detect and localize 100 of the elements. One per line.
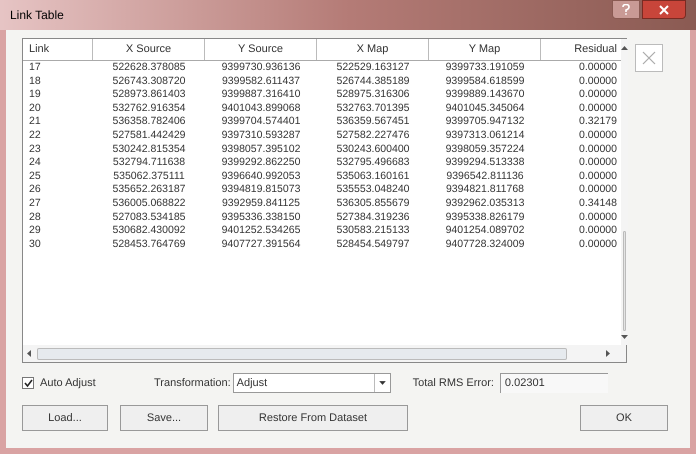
table-cell-text: 535062.375111 <box>112 170 186 184</box>
table-cell-text: 528453.764769 <box>112 238 186 252</box>
table-cell-text: 0.00000 <box>578 238 618 252</box>
table-cell-text: 0.32179 <box>578 115 618 129</box>
table-cell-text: 9397310.593287 <box>220 128 302 143</box>
table-cell-text: 9401252.534265 <box>220 224 302 238</box>
table-cell-text: 9399733.191059 <box>444 61 526 75</box>
table-cell-text: 532762.916354 <box>112 102 186 116</box>
table-cell-text: 9394821.811768 <box>444 183 526 197</box>
table-cell-text: 9399584.618599 <box>444 74 526 88</box>
table-cell-text: 532795.496683 <box>336 156 410 170</box>
table-cell-text: 19 <box>28 88 42 102</box>
table-cell-text: 526744.385189 <box>336 74 410 88</box>
column-header[interactable]: Y Map <box>429 39 541 60</box>
table-cell-text: 0.00000 <box>578 88 618 102</box>
window-title: Link Table <box>10 7 64 24</box>
transformation-value: Adjust <box>236 376 268 391</box>
left-arrow-icon <box>27 350 31 357</box>
table-cell-text: 9396542.811136 <box>445 170 525 184</box>
table-cell-text: 29 <box>28 224 42 238</box>
table-cell-text: 9397313.061214 <box>444 128 526 143</box>
table-cell-text: 0.00000 <box>578 128 618 143</box>
column-header[interactable]: Link <box>23 39 93 60</box>
table-cell-text: 535553.048240 <box>336 183 410 197</box>
table-cell-text: 17 <box>28 61 42 75</box>
table-cell-text: 527083.534185 <box>112 210 186 224</box>
dialog-button[interactable]: Load... <box>22 405 108 431</box>
table-cell-text: 9396640.992053 <box>220 170 302 184</box>
table-cell-text: 0.00000 <box>578 183 618 197</box>
table-cell-text: 26 <box>28 183 42 197</box>
table-cell-text: 0.00000 <box>578 102 618 116</box>
table-cell-text: 528973.861403 <box>112 88 186 102</box>
table-cell-text: 9395336.338150 <box>220 210 302 224</box>
table-cell-text: 536359.567451 <box>336 115 410 129</box>
table-cell-text: 0.00000 <box>578 142 618 156</box>
close-button[interactable] <box>642 0 686 19</box>
delete-icon <box>642 51 656 65</box>
delete-link-button[interactable] <box>635 44 663 72</box>
column-header[interactable]: X Source <box>93 39 205 60</box>
table-cell-text: 530682.430092 <box>112 224 186 238</box>
table-cell-text: 522529.163127 <box>336 61 410 75</box>
transformation-label: Transformation: <box>154 376 231 391</box>
table-cell-text: 530242.815354 <box>112 142 186 156</box>
table-cell-text: 22 <box>28 128 42 143</box>
table-cell-text: 536358.782406 <box>112 115 186 129</box>
table-cell-text: 0.00000 <box>578 170 618 184</box>
table-cell-text: 9407727.391564 <box>220 238 302 252</box>
table-cell-text: 532763.701395 <box>336 102 410 116</box>
table-cell-text: 0.00000 <box>578 61 618 75</box>
table-cell-text: 0.00000 <box>578 210 618 224</box>
help-button[interactable] <box>612 0 640 19</box>
dialog-button[interactable]: OK <box>580 405 668 431</box>
table-cell-text: 24 <box>28 156 42 170</box>
right-arrow-icon <box>606 350 610 357</box>
up-arrow-icon <box>621 46 628 50</box>
table-cell-text: 9392959.841125 <box>220 196 302 211</box>
table-cell-text: 25 <box>28 170 42 184</box>
rms-error-field[interactable]: 0.02301 <box>500 373 608 393</box>
transformation-dropdown[interactable]: Adjust <box>232 373 391 393</box>
table-cell-text: 526743.308720 <box>112 74 186 88</box>
table-cell-text: 9395338.826179 <box>444 210 526 224</box>
table-cell-text: 527582.227476 <box>336 128 410 143</box>
table-cell-text: 532794.711638 <box>112 156 186 170</box>
rms-error-label: Total RMS Error: <box>412 376 494 391</box>
table-cell-text: 536005.068822 <box>112 196 186 211</box>
table-cell-text: 9398059.357224 <box>444 142 526 156</box>
column-header[interactable]: Y Source <box>205 39 317 60</box>
table-cell-text: 0.34148 <box>578 196 618 211</box>
column-header[interactable]: X Map <box>317 39 429 60</box>
table-cell-text: 9394819.815073 <box>220 183 302 197</box>
dialog-button[interactable]: Save... <box>120 405 208 431</box>
column-header[interactable]: Residual <box>541 39 621 60</box>
table-cell-text: 9398057.395102 <box>220 142 302 156</box>
check-icon <box>24 378 32 388</box>
table-cell-text: 535652.263187 <box>112 183 186 197</box>
table-cell-text: 9401043.899068 <box>220 102 302 116</box>
table-cell-text: 528454.549797 <box>336 238 410 252</box>
auto-adjust-label: Auto Adjust <box>40 376 96 391</box>
table-cell-text: 522628.378085 <box>112 61 186 75</box>
table-cell-text: 527384.319236 <box>336 210 410 224</box>
down-arrow-icon <box>621 335 628 339</box>
table-cell-text: 9399889.143670 <box>444 88 526 102</box>
table-cell-text: 27 <box>28 196 42 211</box>
table-cell-text: 535063.160161 <box>336 170 410 184</box>
table-cell-text: 9399704.574401 <box>220 115 302 129</box>
table-cell-text: 9399292.862250 <box>220 156 302 170</box>
close-icon <box>659 4 669 14</box>
table-cell-text: 0.00000 <box>578 224 618 238</box>
table-cell-text: 0.00000 <box>578 74 618 88</box>
table-cell-text: 9399705.947132 <box>444 115 526 129</box>
table-cell-text: 18 <box>28 74 42 88</box>
dialog-button[interactable]: Restore From Dataset <box>218 405 408 431</box>
table-cell-text: 528975.316306 <box>336 88 410 102</box>
table-cell-text: 23 <box>28 142 42 156</box>
table-cell-text: 530243.600400 <box>336 142 410 156</box>
auto-adjust-checkbox[interactable] <box>22 377 34 389</box>
table-cell-text: 0.00000 <box>578 156 618 170</box>
table-cell-text: 21 <box>28 115 42 129</box>
table-cell-text: 9392962.035313 <box>444 196 526 211</box>
table-cell-text: 9407728.324009 <box>444 238 526 252</box>
